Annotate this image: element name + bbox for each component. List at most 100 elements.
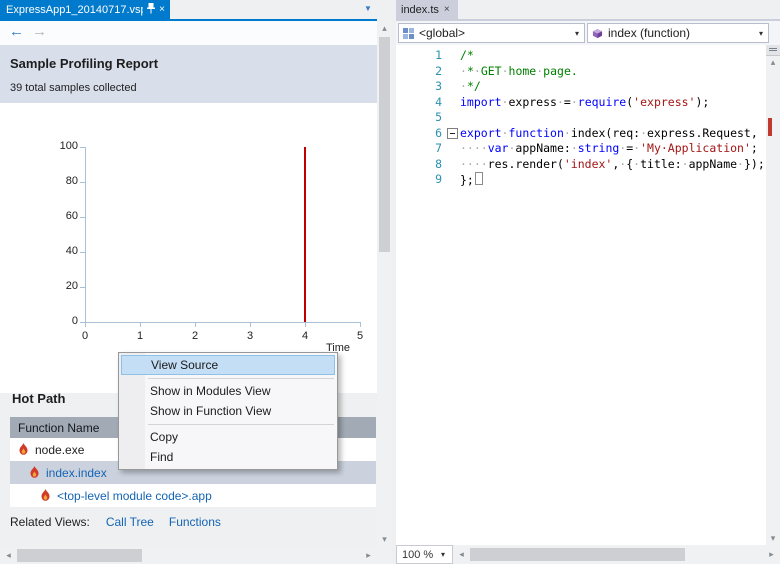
code-token: · [563,125,571,140]
chevron-down-icon: ▾ [440,550,445,559]
chevron-down-icon: ▾ [758,28,763,38]
line-number: 2 [435,63,442,78]
related-view-link[interactable]: Functions [169,515,221,529]
code-editor[interactable]: 123456789 /* ·*·GET·home·page. ·*/import·e… [396,45,766,545]
x-tick-mark [140,323,141,327]
hot-path-function-name[interactable]: <top-level module code>.app [57,489,212,503]
scroll-right-button[interactable]: ▸ [360,547,377,564]
code-token: · [460,63,467,78]
horizontal-scrollbar-left[interactable]: ◂ ▸ [0,547,377,564]
y-tick-mark [80,217,85,218]
close-icon[interactable]: × [444,4,450,15]
vs-window: ExpressApp1_20140717.vspx × ▼ ← → Sample… [0,0,780,564]
flame-icon [40,489,51,502]
scroll-down-button[interactable]: ▾ [377,532,392,547]
x-axis-line [85,322,361,323]
scroll-down-button[interactable]: ▾ [766,531,780,545]
line-number: 4 [435,94,442,109]
collapse-toggle[interactable] [447,127,458,139]
code-token: export [460,125,502,140]
close-icon[interactable]: × [159,4,165,15]
x-tick-mark [195,323,196,327]
line-number: 8 [435,156,442,171]
back-button[interactable]: ← [9,23,24,40]
report-subtitle: 39 total samples collected [10,82,137,94]
pin-icon[interactable] [147,2,156,17]
member-dropdown-label: index (function) [608,26,691,40]
scroll-left-button[interactable]: ◂ [453,545,470,564]
code-token: · [570,94,578,109]
code-token: require [577,94,627,109]
vertical-scrollbar-right[interactable]: ▴ ▾ [766,45,780,545]
hot-path-row[interactable]: <top-level module code>.app [10,484,376,507]
x-axis-tick-label: 4 [301,330,309,342]
document-tab-index-ts[interactable]: index.ts × [396,0,458,19]
code-token: }); [743,156,765,171]
scrollbar-thumb[interactable] [470,548,685,561]
code-token: page. [543,63,578,78]
context-menu: View Source Show in Modules View Show in F… [118,352,338,470]
code-token: express [508,94,557,109]
related-view-link[interactable]: Call Tree [106,515,154,529]
scroll-up-button[interactable]: ▴ [766,55,780,69]
scroll-up-button[interactable]: ▴ [377,21,392,36]
y-axis-tick-label: 100 [59,140,78,152]
code-token: · [556,94,564,109]
code-line: ·*/ [460,79,481,93]
method-icon [592,28,603,39]
line-number: 9 [435,172,442,186]
scope-dropdown[interactable]: <global> ▾ [398,23,585,43]
code-token: 'express' [633,94,696,109]
code-token: · [473,63,481,78]
x-axis-tick-label: 2 [191,330,199,342]
x-tick-mark [360,323,361,327]
line-number: 6 [435,125,442,140]
code-token: ); [695,94,710,109]
scroll-right-button[interactable]: ▸ [763,545,780,564]
menu-item[interactable]: Show in Modules View [119,381,337,401]
menu-item[interactable]: Find [119,447,337,467]
member-dropdown[interactable]: index (function) ▾ [587,23,769,43]
forward-button[interactable]: → [32,23,47,40]
line-number: 1 [435,48,442,62]
code-line: export·function·index(req:·express.Reque… [460,126,758,140]
tab-title: index.ts [401,3,439,16]
x-axis-tick-label: 3 [246,330,254,342]
error-indicator [768,118,772,136]
code-token: home [508,63,537,78]
report-header: Sample Profiling Report 39 total samples… [0,45,377,103]
menu-item[interactable]: Show in Function View [119,401,337,421]
document-tab-profiling[interactable]: ExpressApp1_20140717.vspx × [0,0,170,19]
y-tick-mark [80,287,85,288]
scrollbar-thumb[interactable] [17,549,142,562]
y-tick-mark [80,182,85,183]
profiling-report-pane: ExpressApp1_20140717.vspx × ▼ ← → Sample… [0,0,392,564]
y-axis-tick-label: 80 [65,175,78,187]
related-views-label: Related Views: [10,515,90,529]
code-line: }; [460,172,483,187]
vertical-scrollbar-left[interactable]: ▴ ▾ [377,21,392,547]
code-editor-pane: index.ts × <global> ▾ index (function) ▾… [396,0,780,564]
scrollbar-thumb[interactable] [379,37,390,252]
x-axis-tick-label: 0 [81,330,89,342]
menu-item[interactable]: Copy [119,427,337,447]
code-token: 'index' [563,156,613,171]
namespace-icon [403,27,414,39]
zoom-dropdown[interactable]: 100 % ▾ [396,545,453,564]
flame-icon [18,443,29,456]
scroll-left-button[interactable]: ◂ [0,547,17,564]
code-token: * [466,63,474,78]
code-token: var [487,141,509,155]
hot-path-function-name[interactable]: index.index [46,466,107,480]
report-toolbar: ← → [0,21,377,45]
code-token: · [681,156,689,171]
chevron-down-icon: ▾ [574,28,579,38]
y-axis-line [85,147,86,322]
code-token: }; [460,173,474,187]
x-axis-tick-label: 5 [356,330,364,342]
y-axis-tick-label: 40 [65,245,78,257]
menu-item[interactable]: View Source [121,355,335,375]
menu-separator [148,378,334,379]
tab-overflow-icon[interactable]: ▼ [364,4,372,13]
code-line: import·express·=·require('express'); [460,95,709,109]
